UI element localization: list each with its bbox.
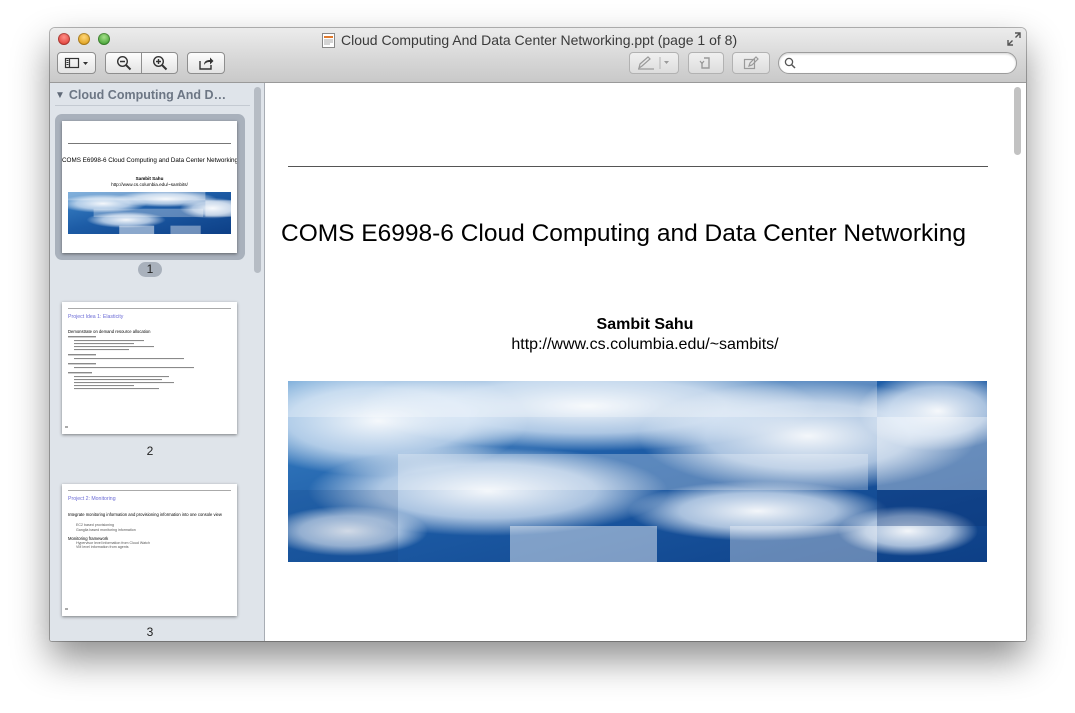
- slide-url: http://www.cs.columbia.edu/~sambits/: [511, 336, 779, 353]
- sidebar-view-button[interactable]: [57, 52, 96, 74]
- thumb2-rule: [68, 308, 231, 309]
- search-input[interactable]: [799, 55, 1013, 73]
- thumb3-sub4: VM level information from agents: [76, 545, 129, 549]
- thumb3-rule: [68, 490, 231, 491]
- thumb2-title: Project Idea 1: Elasticity: [68, 314, 124, 320]
- zoom-in-button[interactable]: [142, 52, 178, 74]
- thumb1-author: Sambit Sahu: [135, 176, 164, 181]
- search-field[interactable]: [778, 52, 1017, 74]
- zoom-out-icon: [116, 55, 131, 71]
- thumb3-title: Project 2: Monitoring: [68, 496, 116, 502]
- thumb2-footer-mark: [65, 426, 68, 428]
- thumb1-url: http://www.cs.columbia.edu/~sambits/: [111, 182, 188, 187]
- minimize-window-button[interactable]: [78, 33, 90, 45]
- thumb1-cloud-image: [68, 192, 231, 234]
- slide-author: Sambit Sahu: [596, 316, 694, 333]
- share-button[interactable]: [187, 52, 225, 74]
- rotate-button[interactable]: [688, 52, 724, 74]
- edit-button[interactable]: [732, 52, 770, 74]
- window-title-text: Cloud Computing And Data Center Networki…: [341, 32, 738, 48]
- thumbnail-page-3[interactable]: Project 2: Monitoring Integrate monitori…: [62, 484, 237, 616]
- thumbnail-page-2[interactable]: Project Idea 1: Elasticity Demonstrate o…: [62, 302, 237, 434]
- window-title: Cloud Computing And Data Center Networki…: [322, 31, 737, 49]
- zoom-in-icon: [152, 55, 168, 71]
- sidebar-view-icon: [64, 57, 88, 69]
- cloud-banner-image: [288, 381, 987, 562]
- thumb2-body-lines: [68, 336, 194, 390]
- document-scrollbar[interactable]: [1014, 87, 1021, 155]
- thumb3-footer-mark: [65, 608, 68, 610]
- document-view: COMS E6998-6 Cloud Computing and Data Ce…: [265, 83, 1026, 641]
- zoom-window-button[interactable]: [98, 33, 110, 45]
- edit-icon: [743, 56, 759, 70]
- share-icon: [199, 57, 214, 70]
- disclosure-triangle-icon[interactable]: ▼: [55, 90, 65, 101]
- thumb3-sub1: EC2 based provisioning: [76, 523, 114, 527]
- thumbnail-page-number-3: 3: [146, 625, 154, 639]
- slide-title-rule: [288, 166, 988, 167]
- ppt-document-icon: [322, 32, 335, 48]
- fullscreen-icon[interactable]: [1007, 32, 1021, 46]
- zoom-out-button[interactable]: [105, 52, 142, 74]
- sidebar-scrollbar[interactable]: [254, 87, 261, 273]
- thumbnail-page-number-2: 2: [146, 444, 154, 458]
- thumbnail-sidebar: ▼ Cloud Computing And Dat… COMS E6998-6 …: [50, 83, 265, 641]
- sidebar-document-name: Cloud Computing And Dat…: [68, 88, 229, 102]
- thumb1-title: COMS E6998-6 Cloud Computing and Data Ce…: [62, 157, 237, 164]
- search-icon: [784, 57, 796, 69]
- preview-window: Cloud Computing And Data Center Networki…: [50, 28, 1026, 641]
- close-window-button[interactable]: [58, 33, 70, 45]
- sidebar-document-header[interactable]: ▼ Cloud Computing And Dat…: [55, 87, 235, 103]
- sidebar-divider: [55, 105, 250, 106]
- slide-title: COMS E6998-6 Cloud Computing and Data Ce…: [281, 220, 966, 247]
- thumb1-rule: [68, 143, 231, 144]
- thumb2-bullet: Demonstrate on demand resource allocatio…: [68, 329, 151, 334]
- thumbnail-page-number-1: 1: [138, 262, 162, 277]
- thumb3-sub2: Ganglia based monitoring information: [76, 528, 136, 532]
- toolbar: Cloud Computing And Data Center Networki…: [50, 28, 1026, 83]
- thumb3-bullet1: Integrate monitoring information and pro…: [68, 512, 222, 517]
- thumbnail-page-1[interactable]: COMS E6998-6 Cloud Computing and Data Ce…: [62, 121, 237, 253]
- annotate-button[interactable]: [629, 52, 679, 74]
- rotate-icon: [699, 57, 710, 69]
- pen-icon: [638, 56, 669, 70]
